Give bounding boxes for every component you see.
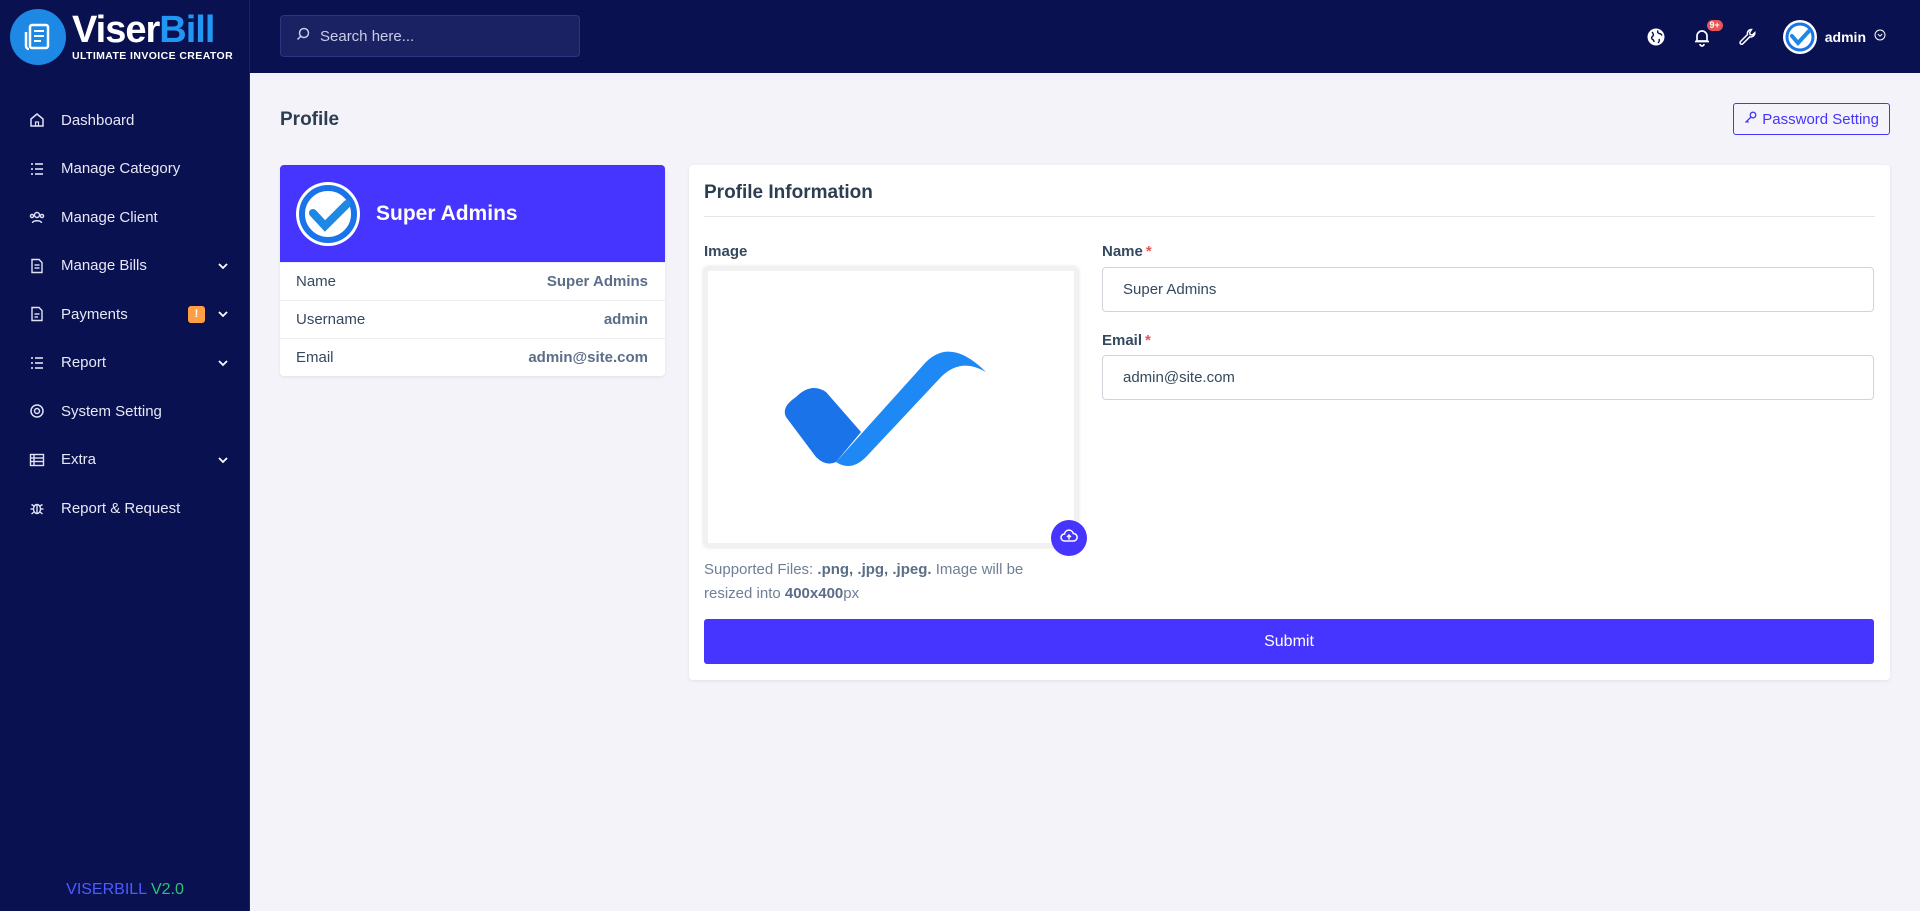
sidebar-item-dashboard[interactable]: Dashboard	[0, 96, 249, 145]
image-preview	[704, 267, 1078, 547]
sidebar-menu: Dashboard Manage Category Manage Client …	[0, 96, 249, 533]
password-setting-button[interactable]: Password Setting	[1733, 103, 1890, 135]
receipt-icon	[10, 8, 66, 65]
cloud-upload-icon	[1060, 528, 1078, 548]
name-label: Name *	[1102, 243, 1152, 260]
profile-card-header: Super Admins	[280, 165, 665, 262]
row-label: Name	[296, 273, 337, 290]
sidebar-item-report-request[interactable]: Report & Request	[0, 484, 249, 533]
version-number: V2.0	[150, 881, 184, 898]
profile-row-username: Username admin	[280, 300, 665, 338]
image-help-text: Supported Files: .png, .jpg, .jpeg. Imag…	[704, 561, 1024, 602]
page-title: Profile	[280, 109, 340, 130]
wrench-icon[interactable]	[1737, 26, 1759, 48]
submit-button[interactable]: Submit	[704, 619, 1874, 664]
profile-information-form: Profile Information Image Supported File…	[689, 165, 1890, 680]
list-icon	[29, 161, 45, 177]
user-menu[interactable]: admin	[1782, 19, 1886, 54]
sidebar-item-payments[interactable]: Payments !	[0, 290, 249, 339]
profile-row-name: Name Super Admins	[280, 262, 665, 300]
email-label: Email *	[1102, 332, 1151, 349]
topbar: 9+ admin	[250, 0, 1920, 73]
password-setting-label: Password Setting	[1762, 110, 1879, 128]
report-icon	[29, 355, 45, 371]
sidebar-item-label: Extra	[61, 451, 97, 469]
app-version: VISERBILL V2.0	[0, 881, 250, 899]
sidebar-item-report[interactable]: Report	[0, 339, 249, 388]
email-field[interactable]	[1102, 355, 1874, 400]
sidebar-item-manage-bills[interactable]: Manage Bills	[0, 242, 249, 291]
sidebar-item-label: Payments	[61, 305, 128, 323]
notification-count-badge: 9+	[1706, 19, 1723, 32]
brand-logo[interactable]: ViserBill ULTIMATE INVOICE CREATOR	[0, 0, 249, 73]
name-field[interactable]	[1102, 267, 1874, 312]
invoice-icon	[29, 258, 45, 274]
globe-icon[interactable]	[1645, 26, 1667, 48]
image-label: Image	[704, 243, 748, 260]
sidebar-item-label: Report & Request	[61, 499, 181, 517]
extra-icon	[29, 452, 45, 468]
chevron-down-icon	[217, 454, 229, 466]
users-icon	[29, 209, 45, 225]
main-content: Profile Password Setting Super Admins Na…	[250, 73, 1920, 911]
warning-badge: !	[188, 305, 205, 323]
chevron-down-icon	[217, 260, 229, 272]
payment-icon	[29, 306, 45, 322]
chevron-down-icon	[217, 357, 229, 369]
sidebar-item-label: System Setting	[61, 402, 162, 420]
sidebar-item-extra[interactable]: Extra	[0, 436, 249, 485]
home-icon	[29, 112, 45, 128]
user-name: admin	[1824, 28, 1866, 45]
upload-image-button[interactable]	[1051, 520, 1087, 556]
row-value: admin@site.com	[528, 349, 648, 366]
sidebar-item-manage-category[interactable]: Manage Category	[0, 145, 249, 194]
version-name: VISERBILL	[66, 881, 147, 898]
sidebar-item-system-setting[interactable]: System Setting	[0, 387, 249, 436]
row-label: Username	[296, 311, 366, 328]
profile-summary-card: Super Admins Name Super Admins Username …	[280, 165, 665, 376]
bug-icon	[29, 500, 45, 516]
key-icon	[1744, 111, 1757, 128]
row-value: admin	[603, 311, 648, 328]
checkmark-logo-image	[784, 351, 986, 466]
avatar	[1782, 19, 1817, 54]
sidebar-item-label: Report	[61, 354, 107, 372]
search-input[interactable]	[320, 27, 560, 45]
row-label: Email	[296, 349, 334, 366]
sidebar-item-label: Manage Category	[61, 160, 181, 178]
brand-name: ViserBill	[72, 9, 215, 52]
form-title: Profile Information	[704, 182, 1875, 217]
sidebar-item-label: Dashboard	[61, 111, 135, 129]
sidebar: ViserBill ULTIMATE INVOICE CREATOR Dashb…	[0, 0, 250, 911]
row-value: Super Admins	[546, 273, 648, 290]
sidebar-item-label: Manage Client	[61, 208, 158, 226]
chevron-down-icon	[1874, 28, 1886, 46]
settings-icon	[29, 403, 45, 419]
profile-avatar	[296, 181, 360, 246]
chevron-down-icon	[217, 308, 229, 320]
search-box[interactable]	[280, 15, 580, 57]
sidebar-item-manage-client[interactable]: Manage Client	[0, 193, 249, 242]
brand-tagline: ULTIMATE INVOICE CREATOR	[72, 50, 234, 63]
bell-icon[interactable]: 9+	[1691, 19, 1723, 48]
sidebar-item-label: Manage Bills	[61, 257, 147, 275]
search-icon	[296, 27, 310, 46]
profile-name: Super Admins	[376, 201, 518, 225]
profile-row-email: Email admin@site.com	[280, 338, 665, 376]
topbar-actions: 9+ admin	[1645, 0, 1886, 73]
